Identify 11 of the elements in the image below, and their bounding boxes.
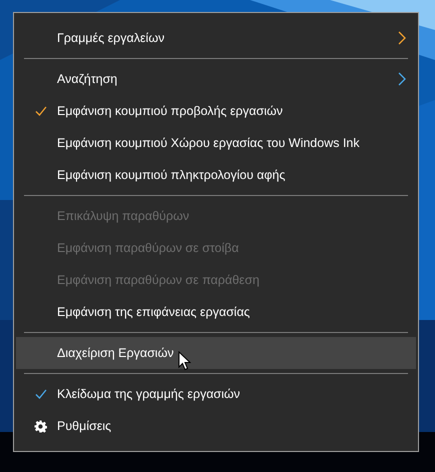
menu-item[interactable]: Εμφάνιση της επιφάνειας εργασίας bbox=[16, 296, 416, 328]
mouse-pointer-icon bbox=[178, 351, 191, 371]
menu-item[interactable]: Γραμμές εργαλείων bbox=[16, 22, 416, 54]
menu-item[interactable]: Αναζήτηση bbox=[16, 63, 416, 95]
menu-item[interactable]: Ρυθμίσεις bbox=[16, 410, 416, 442]
settings-icon bbox=[34, 420, 47, 432]
menu-item[interactable]: Εμφάνιση κουμπιού Χώρου εργασίας του Windows Ink bbox=[16, 127, 416, 159]
menu-item[interactable]: Εμφάνιση κουμπιού πληκτρολογίου αφής bbox=[16, 159, 416, 191]
menu-item[interactable]: Διαχείριση Εργασιών bbox=[16, 337, 416, 369]
menu-item[interactable]: Κλείδωμα της γραμμής εργασιών bbox=[16, 378, 416, 410]
menu-item[interactable]: Εμφάνιση κουμπιού προβολής εργασιών bbox=[16, 95, 416, 127]
